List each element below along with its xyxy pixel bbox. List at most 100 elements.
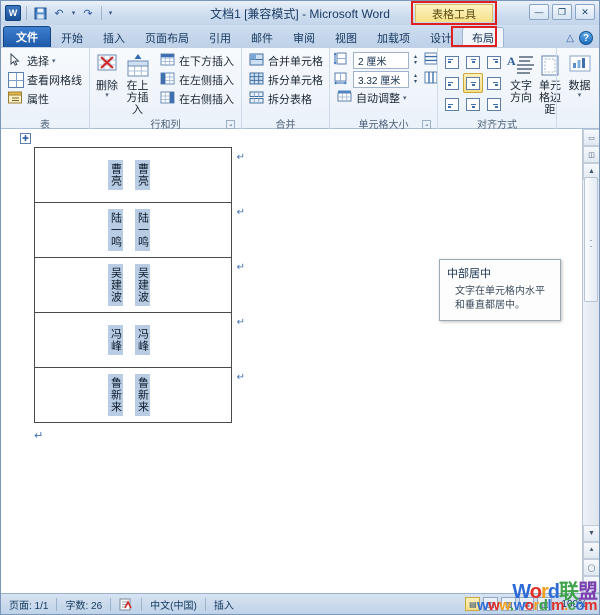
ribbon-group-table: 选择 ▾ 查看网格线 属性 表 xyxy=(1,48,89,131)
row-height-spinner[interactable]: ▴ ▾ xyxy=(410,52,421,69)
insert-above-button[interactable]: 在上方插入 xyxy=(123,52,152,116)
minimize-button[interactable]: — xyxy=(529,4,549,20)
table-cell[interactable]: 鲁新来 鲁新来 ↵ xyxy=(34,367,245,423)
table-row[interactable]: 曹亮 曹亮 ↵ xyxy=(34,147,245,203)
qat-divider xyxy=(26,6,27,20)
previous-page-button[interactable]: ⯅ xyxy=(583,542,599,559)
table-cell[interactable]: 陆一鸣 陆一鸣 ↵ xyxy=(34,202,245,258)
align-middle-left-button[interactable] xyxy=(442,73,462,93)
align-middle-center-icon xyxy=(466,76,480,90)
ribbon-group-alignment: A 文字方向 单元格边距 对齐方式 xyxy=(437,48,561,131)
data-caret-icon[interactable]: ▾ xyxy=(578,92,582,99)
table-cell[interactable]: 冯峰 冯峰 ↵ xyxy=(34,312,245,368)
merge-cells-button[interactable]: 合并单元格 xyxy=(246,52,326,70)
scrollbar-thumb[interactable] xyxy=(584,177,598,302)
align-top-right-button[interactable] xyxy=(484,52,504,72)
autofit-button[interactable]: 自动调整 ▾ xyxy=(334,89,410,107)
undo-icon[interactable]: ↶ xyxy=(51,5,67,21)
align-bottom-left-button[interactable] xyxy=(442,94,462,114)
tab-home[interactable]: 开始 xyxy=(51,27,93,47)
align-middle-right-button[interactable] xyxy=(484,73,504,93)
alignment-grid xyxy=(442,52,504,114)
insert-right-button[interactable]: 在右侧插入 xyxy=(157,90,237,108)
table-cell[interactable]: 曹亮 曹亮 ↵ xyxy=(34,147,245,203)
tab-view[interactable]: 视图 xyxy=(325,27,367,47)
align-bottom-center-button[interactable] xyxy=(463,94,483,114)
proofing-errors-icon[interactable] xyxy=(111,594,141,615)
row-height-field[interactable]: 2 厘米 ▴ ▾ xyxy=(353,51,421,69)
split-cells-button[interactable]: 拆分单元格 xyxy=(246,71,326,89)
save-icon[interactable] xyxy=(32,5,48,21)
status-word-count[interactable]: 字数: 26 xyxy=(57,594,110,615)
undo-dropdown-icon[interactable]: ▾ xyxy=(70,9,77,17)
document-page[interactable]: ✚ 曹亮 曹亮 ↵ 陆一鸣 陆一鸣 ↵ 吴建波 吴建波 ↵ 冯峰 冯峰 ↵ 鲁新… xyxy=(1,129,582,593)
tooltip-align-middle-center: 中部居中 文字在单元格内水平和垂直都居中。 xyxy=(439,259,561,321)
document-table[interactable]: ✚ 曹亮 曹亮 ↵ 陆一鸣 陆一鸣 ↵ 吴建波 吴建波 ↵ 冯峰 冯峰 ↵ 鲁新… xyxy=(20,133,245,442)
align-bottom-center-icon xyxy=(466,97,480,111)
table-row[interactable]: 冯峰 冯峰 ↵ xyxy=(34,312,245,368)
tab-file[interactable]: 文件 xyxy=(3,26,51,47)
table-row[interactable]: 陆一鸣 陆一鸣 ↵ xyxy=(34,202,245,258)
cell-text: 陆一鸣 xyxy=(107,209,123,251)
align-bottom-right-button[interactable] xyxy=(484,94,504,114)
redo-icon[interactable]: ↷ xyxy=(80,5,96,21)
status-page[interactable]: 页面: 1/1 xyxy=(1,594,56,615)
tab-design[interactable]: 设计 xyxy=(420,27,462,47)
table-row[interactable]: 鲁新来 鲁新来 ↵ xyxy=(34,367,245,423)
text-direction-button[interactable]: A 文字方向 xyxy=(507,52,535,104)
insert-below-button[interactable]: 在下方插入 xyxy=(157,52,237,70)
insert-right-label: 在右侧插入 xyxy=(179,94,234,106)
paragraph-mark: ↵ xyxy=(34,430,44,442)
row-height-icon xyxy=(333,52,350,68)
select-button[interactable]: 选择 ▾ xyxy=(5,52,85,70)
cell-text: 鲁新来 xyxy=(107,374,123,416)
close-button[interactable]: ✕ xyxy=(575,4,595,20)
tab-page-layout[interactable]: 页面布局 xyxy=(135,27,199,47)
column-width-spinner[interactable]: ▴ ▾ xyxy=(410,71,421,88)
cell-size-dialog-launcher[interactable]: ⟓ xyxy=(422,120,431,129)
cell-text: 吴建波 xyxy=(107,264,123,306)
autofit-caret-icon[interactable]: ▾ xyxy=(403,95,407,102)
align-top-center-button[interactable] xyxy=(463,52,483,72)
document-area[interactable]: ✚ 曹亮 曹亮 ↵ 陆一鸣 陆一鸣 ↵ 吴建波 吴建波 ↵ 冯峰 冯峰 ↵ 鲁新… xyxy=(1,129,599,593)
collapse-ribbon-icon[interactable]: △ xyxy=(566,33,574,44)
tab-layout[interactable]: 布局 xyxy=(462,27,504,47)
select-browse-object-icon[interactable]: ◫ xyxy=(583,146,599,163)
word-logo-icon[interactable]: W xyxy=(5,5,21,21)
data-button[interactable]: 数据 ▾ xyxy=(561,52,598,99)
scroll-down-button[interactable]: ▼ xyxy=(583,525,599,542)
tab-mailings[interactable]: 邮件 xyxy=(241,27,283,47)
tab-references[interactable]: 引用 xyxy=(199,27,241,47)
delete-button[interactable]: 删除 ▾ xyxy=(94,52,120,99)
vertical-scrollbar[interactable]: ▭ ◫ ▲ ▼ ⯅ ◯ ⯆ xyxy=(582,129,599,593)
column-width-value[interactable]: 3.32 厘米 xyxy=(353,70,409,88)
row-height-value[interactable]: 2 厘米 xyxy=(353,51,409,69)
split-window-handle[interactable]: ▭ xyxy=(583,129,599,146)
table-grid[interactable]: 曹亮 曹亮 ↵ 陆一鸣 陆一鸣 ↵ 吴建波 吴建波 ↵ 冯峰 冯峰 ↵ 鲁新来 … xyxy=(34,147,245,423)
browse-object-button[interactable]: ◯ xyxy=(583,559,599,576)
table-move-handle[interactable]: ✚ xyxy=(20,133,31,144)
select-caret-icon[interactable]: ▾ xyxy=(52,58,56,65)
align-top-right-icon xyxy=(487,55,501,69)
insert-left-button[interactable]: 在左侧插入 xyxy=(157,71,237,89)
tab-review[interactable]: 审阅 xyxy=(283,27,325,47)
table-properties-button[interactable]: 属性 xyxy=(5,90,85,108)
ribbon-group-rows-columns: 删除 ▾ 在上方插入 在下方插入 在左侧插入 在右侧插入 行和列 ⟓ xyxy=(89,48,241,131)
customize-qat-icon[interactable]: ▾ xyxy=(107,9,114,17)
tab-addins[interactable]: 加载项 xyxy=(367,27,420,47)
status-insert-mode[interactable]: 插入 xyxy=(206,594,242,615)
split-table-button[interactable]: 拆分表格 xyxy=(246,90,326,108)
table-cell[interactable]: 吴建波 吴建波 ↵ xyxy=(34,257,245,313)
status-language[interactable]: 中文(中国) xyxy=(142,594,205,615)
tab-insert[interactable]: 插入 xyxy=(93,27,135,47)
align-middle-center-button[interactable] xyxy=(463,73,483,93)
align-top-left-button[interactable] xyxy=(442,52,462,72)
merge-cells-label: 合并单元格 xyxy=(268,56,323,68)
table-row[interactable]: 吴建波 吴建波 ↵ xyxy=(34,257,245,313)
column-width-field[interactable]: 3.32 厘米 ▴ ▾ xyxy=(353,70,421,88)
view-gridlines-button[interactable]: 查看网格线 xyxy=(5,71,85,89)
rows-columns-dialog-launcher[interactable]: ⟓ xyxy=(226,120,235,129)
help-icon[interactable]: ? xyxy=(579,31,593,45)
delete-caret-icon[interactable]: ▾ xyxy=(105,92,109,99)
restore-button[interactable]: ❐ xyxy=(552,4,572,20)
